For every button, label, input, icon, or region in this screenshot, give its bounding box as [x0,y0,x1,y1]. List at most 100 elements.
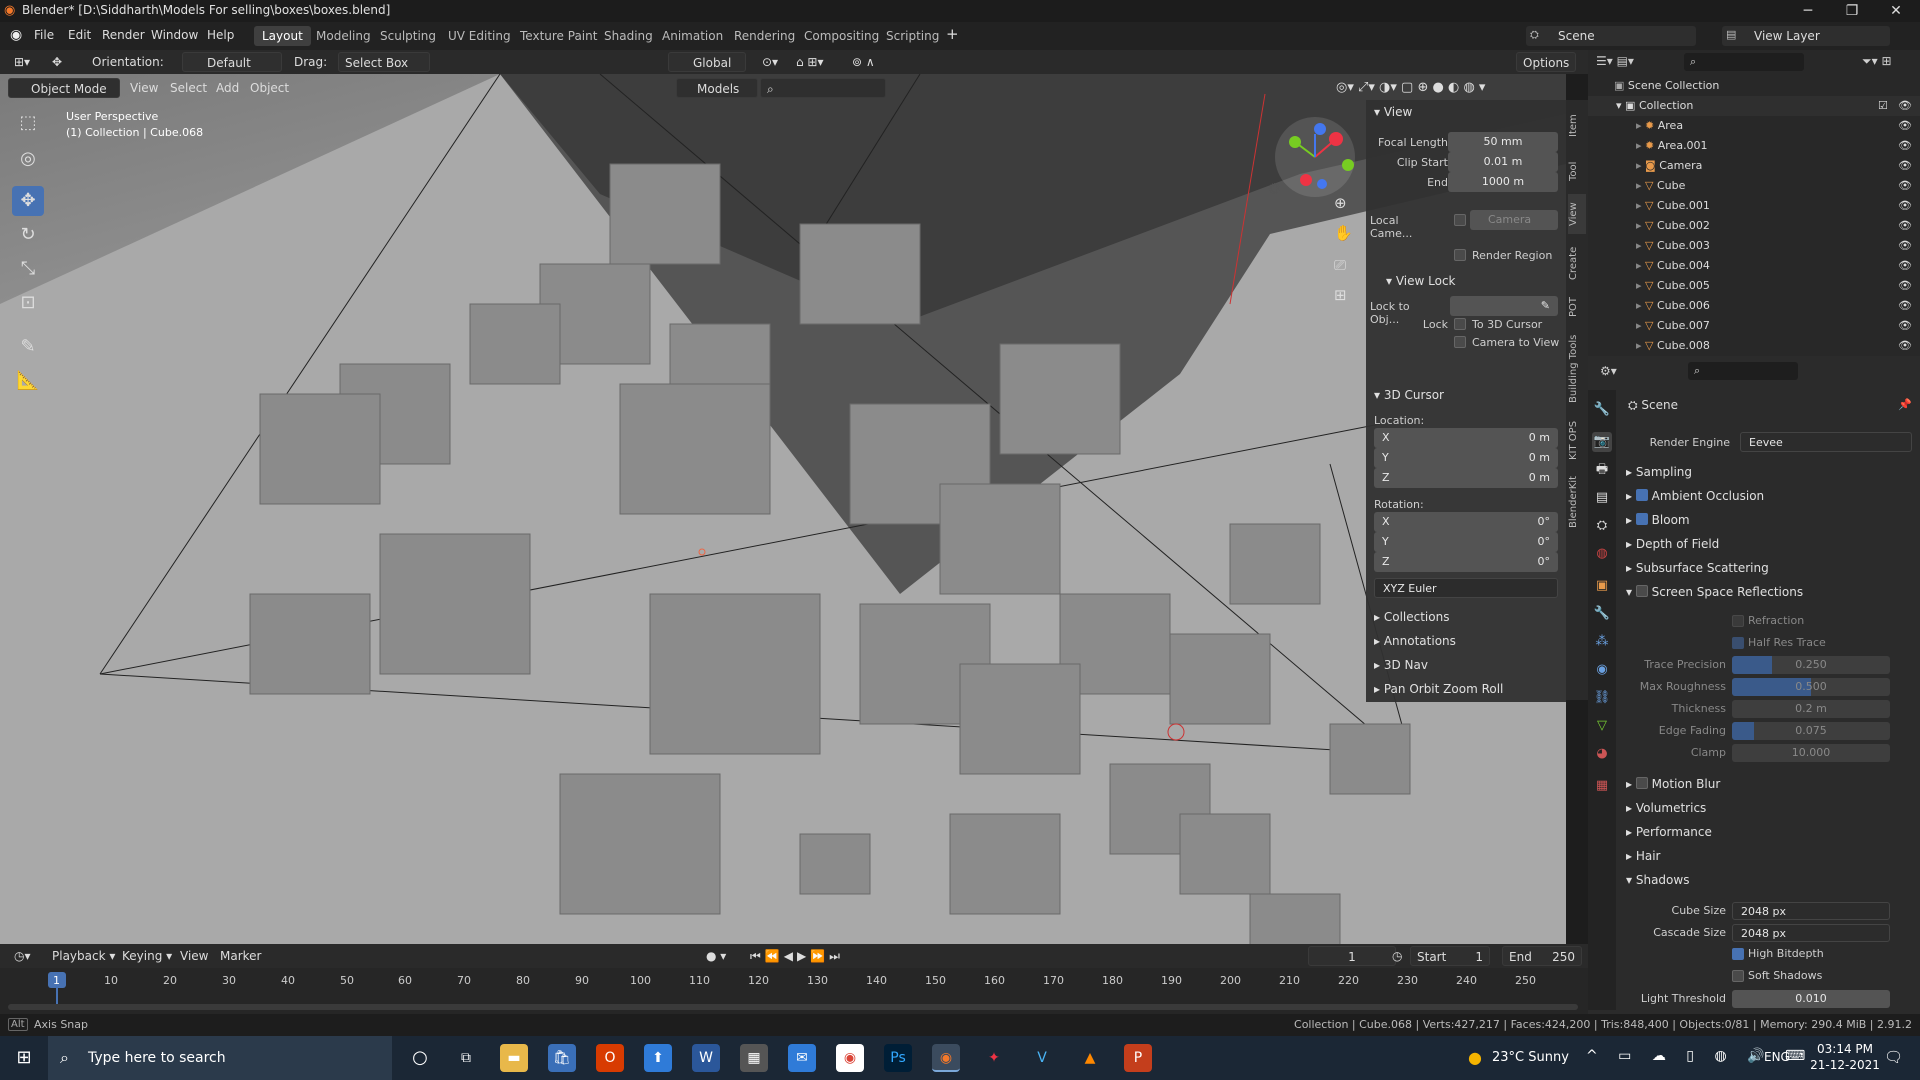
navigation-gizmo[interactable] [1270,112,1360,202]
timeline-scrollbar[interactable] [8,1004,1578,1010]
3d-nav-section[interactable]: ▸ 3D Nav [1374,658,1428,672]
3d-viewport[interactable]: Object Mode View Select Add Object Model… [0,74,1566,944]
modifier-tab-icon[interactable]: 🔧 [1592,604,1612,624]
move-icon[interactable]: ✥ [12,186,44,216]
camera-view-icon[interactable]: ⎚ [1334,256,1346,274]
mode-dropdown[interactable]: Object Mode [8,78,120,98]
trace-precision-slider[interactable]: 0.250 [1732,656,1890,674]
scene-tab-icon[interactable]: ⛭ [1592,516,1612,536]
properties-editor-icon[interactable]: ⚙▾ [1600,364,1617,378]
lock-to-object-field[interactable]: ✎ [1450,296,1558,316]
app-icon[interactable]: ⬆ [644,1044,672,1072]
scene-selector[interactable]: ⛭ Scene [1526,26,1696,46]
viewport-menu-object[interactable]: Object [244,78,295,98]
measure-icon[interactable]: 📐 [12,366,44,396]
data-tab-icon[interactable]: ▽ [1592,716,1612,736]
edge-fading-slider[interactable]: 0.075 [1732,722,1890,740]
view-section-header[interactable]: ▾ View [1374,105,1412,119]
tab-pot[interactable]: POT [1568,292,1586,322]
tab-uv-editing[interactable]: UV Editing [440,26,519,46]
task-view-icon[interactable]: ⧉ [452,1044,480,1072]
outliner-item[interactable]: ▸ ▽ Cube.004 👁 [1588,256,1920,276]
clip-start-field[interactable]: 0.01 m [1448,152,1558,172]
eye-icon[interactable]: 👁 [1898,96,1912,116]
tool-tab-icon[interactable]: 🔧 [1592,400,1612,420]
world-tab-icon[interactable]: ◍ [1592,544,1612,564]
file-explorer-icon[interactable]: ▬ [500,1044,528,1072]
tab-texture-paint[interactable]: Texture Paint [512,26,605,46]
object-tab-icon[interactable]: ▣ [1592,576,1612,596]
powerpoint-icon[interactable]: P [1124,1044,1152,1072]
viewport-menu-view[interactable]: View [124,78,164,98]
timeline-menu-keying[interactable]: Keying ▾ [116,946,178,966]
app-icon[interactable]: ✦ [980,1044,1008,1072]
store-icon[interactable]: 🛍 [548,1044,576,1072]
section-subsurface[interactable]: ▸ Subsurface Scattering [1626,558,1769,578]
playback-controls-icon[interactable]: ⏮⏪◀▶⏩⏭ [744,946,850,966]
view-layer-selector[interactable]: ▤ View Layer [1722,26,1890,46]
tab-rendering[interactable]: Rendering [726,26,803,46]
annotate-icon[interactable]: ✎ [12,332,44,362]
clip-end-field[interactable]: 1000 m [1448,172,1558,192]
start-frame-field[interactable]: Start 1 [1410,946,1490,966]
pan-hand-icon[interactable]: ✋ [1334,224,1353,242]
outliner-item[interactable]: ▸ ▽ Cube.006 👁 [1588,296,1920,316]
clock-date[interactable]: 21-12-2021 [1810,1058,1880,1072]
cursor-icon[interactable]: ◎ [12,144,44,174]
focal-length-field[interactable]: 50 mm [1448,132,1558,152]
timeline-editor-icon[interactable]: ◷▾ [8,946,37,966]
vlc-icon[interactable]: ▲ [1076,1044,1104,1072]
section-sampling[interactable]: ▸ Sampling [1626,462,1692,482]
weather-text[interactable]: 23°C Sunny [1492,1050,1569,1065]
outliner-item[interactable]: ▸ ✹ Area 👁 [1588,116,1920,136]
outliner-editor-icon[interactable]: ☰▾ ▤▾ [1596,54,1634,68]
clock-time[interactable]: 03:14 PM [1810,1042,1880,1056]
texture-tab-icon[interactable]: ▦ [1592,776,1612,796]
tab-animation[interactable]: Animation [654,26,731,46]
section-performance[interactable]: ▸ Performance [1626,822,1712,842]
menu-help[interactable]: Help [207,28,234,42]
snap-icon[interactable]: ⌂ ⊞▾ [790,52,830,72]
constraints-tab-icon[interactable]: ⛓ [1592,688,1612,708]
photoshop-icon[interactable]: Ps [884,1044,912,1072]
clock-icon[interactable]: ◷ [1386,946,1408,966]
cursor-rotation-y[interactable]: Y 0° [1374,532,1558,552]
maximize-icon[interactable]: ❐ [1830,0,1874,22]
light-threshold-field[interactable]: 0.010 [1732,990,1890,1008]
eye-icon[interactable]: 👁 [1898,116,1912,136]
properties-search-input[interactable]: ⌕ [1688,362,1798,380]
zoom-icon[interactable]: ⊕ [1334,194,1347,212]
menu-render[interactable]: Render [102,28,145,42]
soft-shadows-checkbox[interactable] [1732,970,1744,982]
word-icon[interactable]: W [692,1044,720,1072]
3d-cursor-header[interactable]: ▾ 3D Cursor [1374,388,1444,402]
cursor-rotation-z[interactable]: Z 0° [1374,552,1558,572]
office-icon[interactable]: O [596,1044,624,1072]
output-tab-icon[interactable]: 🖶 [1592,460,1612,480]
filter-icon[interactable]: ⏷▾ ⊞ [1862,54,1892,69]
clamp-field[interactable]: 10.000 [1732,744,1890,762]
half-res-checkbox[interactable] [1732,637,1744,649]
cursor-rotation-x[interactable]: X 0° [1374,512,1558,532]
annotations-section[interactable]: ▸ Annotations [1374,634,1456,648]
language-indicator[interactable]: ENG [1764,1050,1790,1064]
close-icon[interactable]: ✕ [1874,0,1918,22]
eyedropper-icon[interactable]: ✎ [1541,296,1550,316]
tab-view[interactable]: View [1568,194,1586,234]
transform-icon[interactable]: ⊡ [12,288,44,318]
end-frame-field[interactable]: End 250 [1502,946,1582,966]
outliner-item[interactable]: ▸ ▽ Cube.007 👁 [1588,316,1920,336]
proportional-edit-icon[interactable]: ⊚ ∧ [846,52,881,72]
eye-icon[interactable]: 👁 [1898,196,1912,216]
taskbar-search-box[interactable]: ⌕ Type here to search [48,1036,392,1080]
transform-orientation-dropdown[interactable]: Global [668,52,746,72]
cube-size-dropdown[interactable]: 2048 px [1732,902,1890,920]
cortana-icon[interactable]: ○ [406,1044,434,1072]
eye-icon[interactable]: 👁 [1898,216,1912,236]
timeline-menu-view[interactable]: View [174,946,214,966]
render-engine-dropdown[interactable]: Eevee [1740,432,1912,452]
pivot-icon[interactable]: ⊙▾ [756,52,784,72]
ao-checkbox[interactable] [1635,489,1648,501]
record-icon[interactable]: ● ▾ [700,946,732,966]
physics-tab-icon[interactable]: ◉ [1592,660,1612,680]
